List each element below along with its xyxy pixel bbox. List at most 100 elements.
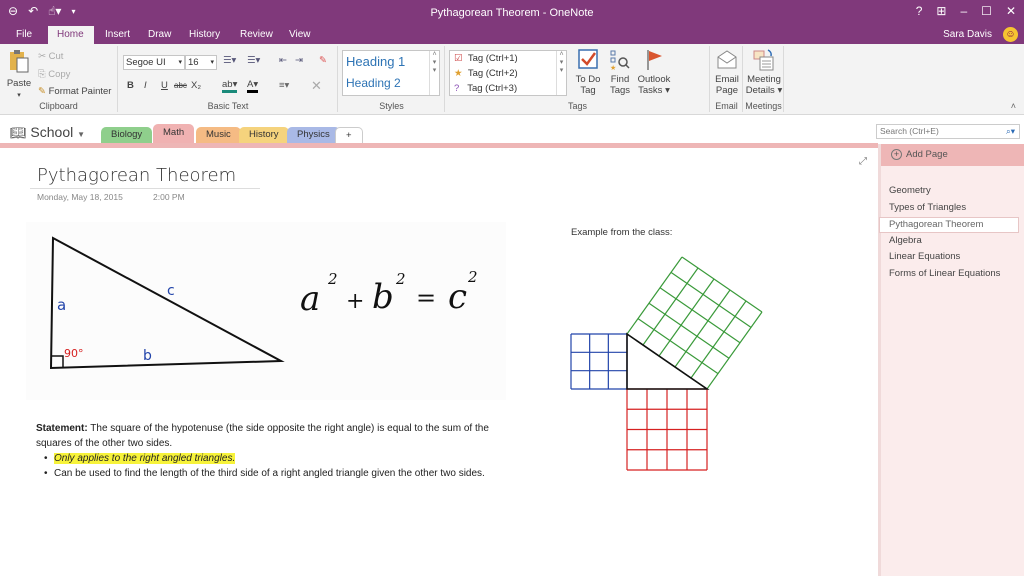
- page-list-pane: + Add Page Geometry Types of Triangles Py…: [878, 144, 1024, 576]
- increase-indent-button[interactable]: ⇥: [295, 55, 303, 66]
- section-tab-biology[interactable]: Biology: [101, 127, 153, 143]
- triangle-shape: [49, 236, 285, 370]
- italic-button[interactable]: I: [144, 80, 147, 91]
- subscript-button[interactable]: X₂: [191, 80, 201, 91]
- title-underline: [30, 188, 260, 189]
- tab-draw[interactable]: Draw: [139, 26, 180, 44]
- window-title: Pythagorean Theorem - OneNote: [430, 7, 594, 19]
- plus-circle-icon: +: [891, 149, 902, 160]
- flag-icon: [647, 50, 662, 70]
- strikethrough-button[interactable]: abc: [174, 81, 187, 90]
- font-color-button[interactable]: A▾: [247, 79, 259, 93]
- section-tab-music[interactable]: Music: [196, 127, 241, 143]
- ink-drawing-triangle[interactable]: a b c 90° a 2 + b 2 = c 2: [26, 222, 506, 400]
- bullet-list[interactable]: Only applies to the right angled triangl…: [44, 451, 485, 481]
- style-heading-2[interactable]: Heading 2: [346, 76, 401, 90]
- tab-insert[interactable]: Insert: [96, 26, 139, 44]
- label-a: a: [57, 296, 66, 314]
- formula-eq: =: [416, 284, 436, 312]
- font-size-combo[interactable]: 16 ▾: [185, 55, 217, 70]
- grid-line: [658, 278, 715, 357]
- styles-gallery[interactable]: Heading 1 Heading 2 ˄ ▾ ▾: [342, 50, 440, 96]
- todo-checkbox-icon: [578, 49, 598, 69]
- meetings-label: Meetings: [745, 101, 782, 111]
- grid-line: [681, 256, 763, 313]
- statement-label: Statement:: [36, 423, 88, 434]
- section-tab-math[interactable]: Math: [153, 124, 195, 143]
- formula-a-exp: 2: [327, 270, 338, 288]
- expand-icon[interactable]: ⤢: [859, 156, 867, 167]
- formula-a: a: [300, 279, 320, 319]
- collapse-ribbon-icon[interactable]: ˄: [1011, 101, 1016, 111]
- tab-view[interactable]: View: [280, 26, 320, 44]
- green-square-5x5: [626, 256, 763, 390]
- page-item-pythagorean-theorem[interactable]: Pythagorean Theorem: [879, 217, 1019, 233]
- clear-formatting-icon[interactable]: ✎: [319, 55, 327, 66]
- page-item-linear-equations[interactable]: Linear Equations: [889, 251, 960, 262]
- page-title[interactable]: Pythagorean Theorem: [37, 165, 236, 186]
- highlight-color-button[interactable]: ab▾: [222, 79, 238, 93]
- tab-review[interactable]: Review: [231, 26, 282, 44]
- page-item-forms-of-linear-equations[interactable]: Forms of Linear Equations: [889, 268, 1000, 279]
- delete-icon[interactable]: ✕: [311, 78, 322, 94]
- ribbon: Paste ▾ ✂ Cut ⎘ Copy ✎ Format Painter Cli…: [0, 44, 1024, 115]
- help-icon[interactable]: ?: [916, 4, 923, 18]
- underline-button[interactable]: U: [161, 80, 168, 91]
- outlook-tasks-button[interactable]: Outlook Tasks ▾: [636, 49, 672, 96]
- triangle-svg: a b c 90° a 2 + b 2 = c 2: [49, 236, 478, 370]
- example-label[interactable]: Example from the class:: [571, 227, 672, 238]
- search-icon[interactable]: ⌕▾: [1006, 125, 1015, 138]
- styles-scroll[interactable]: ˄ ▾ ▾: [429, 51, 439, 95]
- minimize-button[interactable]: –: [960, 4, 967, 18]
- label-angle: 90°: [64, 347, 84, 360]
- paste-icon: [10, 50, 29, 73]
- font-name-combo[interactable]: Segoe UI ▾: [123, 55, 185, 70]
- add-page-button[interactable]: + Add Page: [881, 144, 1024, 166]
- meeting-details-button[interactable]: Meeting Details ▾: [744, 49, 784, 96]
- user-name[interactable]: Sara Davis: [943, 29, 992, 40]
- format-painter-button[interactable]: ✎ Format Painter: [38, 86, 111, 97]
- tags-gallery[interactable]: ☑ Tag (Ctrl+1) ★ Tag (Ctrl+2) ? Tag (Ctr…: [449, 50, 567, 96]
- section-tab-physics[interactable]: Physics: [287, 127, 340, 143]
- page-item-types-of-triangles[interactable]: Types of Triangles: [889, 202, 966, 213]
- bullets-button[interactable]: ☰▾: [223, 55, 236, 66]
- envelope-icon: [717, 50, 737, 69]
- title-bar: ⊖ ↶ ☝▾ ▾ Pythagorean Theorem - OneNote ?…: [0, 0, 1024, 26]
- tab-home[interactable]: Home: [48, 26, 94, 44]
- search-input[interactable]: Search (Ctrl+E) ⌕▾: [876, 124, 1020, 139]
- email-group: Email Page Email: [711, 46, 743, 112]
- page-item-algebra[interactable]: Algebra: [889, 235, 922, 246]
- formula-plus: +: [346, 289, 364, 314]
- tab-file[interactable]: File: [7, 26, 41, 44]
- clipboard-group: Paste ▾ ✂ Cut ⎘ Copy ✎ Format Painter Cli…: [0, 46, 118, 112]
- tags-scroll[interactable]: ˄ ▾ ▾: [556, 51, 566, 95]
- tag-item-2[interactable]: ★ Tag (Ctrl+2): [454, 68, 518, 79]
- close-button[interactable]: ✕: [1006, 4, 1016, 18]
- tag-item-1[interactable]: ☑ Tag (Ctrl+1): [454, 53, 518, 64]
- email-page-button[interactable]: Email Page: [711, 49, 743, 96]
- decrease-indent-button[interactable]: ⇤: [279, 55, 287, 66]
- bold-button[interactable]: B: [127, 80, 134, 91]
- align-button[interactable]: ≡▾: [279, 80, 289, 91]
- grid-line: [626, 256, 683, 335]
- page-item-geometry[interactable]: Geometry: [889, 185, 931, 196]
- add-section-button[interactable]: +: [335, 127, 363, 143]
- maximize-button[interactable]: ☐: [981, 4, 992, 18]
- section-tab-history[interactable]: History: [239, 127, 289, 143]
- todo-tag-button[interactable]: To Do Tag: [571, 49, 605, 96]
- paste-button[interactable]: Paste ▾: [6, 49, 32, 101]
- copy-icon: ⎘: [38, 69, 49, 80]
- find-tags-button[interactable]: ★ Find Tags: [606, 49, 634, 96]
- ribbon-display-icon[interactable]: ⊞: [936, 4, 946, 18]
- tab-history[interactable]: History: [180, 26, 229, 44]
- style-heading-1[interactable]: Heading 1: [346, 54, 405, 69]
- cut-button[interactable]: ✂ Cut: [38, 51, 63, 62]
- example-squares-drawing[interactable]: [560, 250, 780, 480]
- numbering-button[interactable]: ☰▾: [247, 55, 260, 66]
- brush-icon: ✎: [38, 86, 49, 97]
- tag-item-3[interactable]: ? Tag (Ctrl+3): [454, 83, 517, 94]
- feedback-smiley-icon[interactable]: ☺: [1003, 27, 1018, 42]
- notebook-selector[interactable]: 📖︎ School ▼: [10, 124, 85, 141]
- statement-paragraph[interactable]: Statement: The square of the hypotenuse …: [36, 421, 516, 451]
- copy-button[interactable]: ⎘ Copy: [38, 69, 70, 80]
